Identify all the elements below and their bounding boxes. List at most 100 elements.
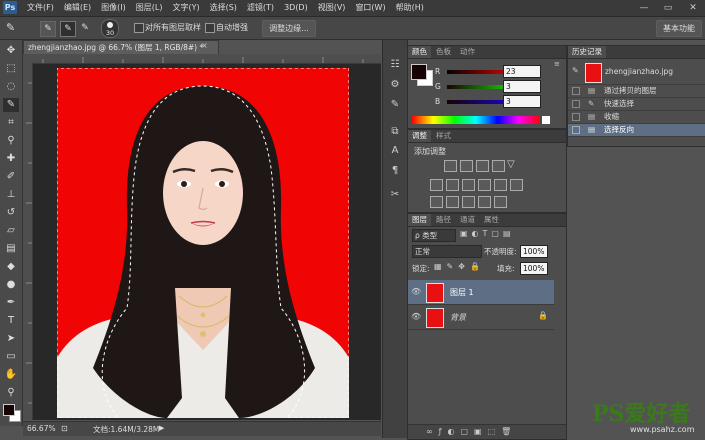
marquee-tool-icon[interactable]: ⬚ [3, 62, 19, 76]
minimize-button[interactable]: — [633, 0, 655, 16]
lock-icons[interactable]: ▦✎✥🔒 [434, 262, 485, 271]
hue-saturation-icon[interactable] [430, 179, 443, 191]
channel-mixer-icon[interactable] [494, 179, 507, 191]
layer-name[interactable]: 图层 1 [450, 287, 474, 298]
tab-actions[interactable]: 动作 [456, 46, 479, 58]
layer-footer-icons[interactable]: ∞ƒ◐▢▣⬚🗑 [426, 427, 517, 436]
new-selection-icon[interactable]: ✎ [40, 21, 56, 37]
dodge-tool-icon[interactable]: ● [3, 278, 19, 292]
layer-comps-icon[interactable]: ⧉ [387, 125, 403, 139]
posterize-icon[interactable] [446, 196, 459, 208]
paragraph-panel-icon[interactable]: ¶ [387, 164, 403, 178]
lasso-tool-icon[interactable]: ◌ [3, 80, 19, 94]
levels-icon[interactable] [460, 160, 473, 172]
tab-adjustments[interactable]: 调整 [408, 130, 431, 142]
gradient-map-icon[interactable] [494, 196, 507, 208]
history-item[interactable]: ▤ 通过拷贝的图层 [568, 85, 705, 98]
eyedropper-tool-icon[interactable]: ⚲ [3, 134, 19, 148]
brush-size-picker[interactable]: 30 [101, 19, 119, 38]
layer-filter-select[interactable]: ρ 类型 [412, 229, 456, 242]
g-value[interactable]: 3 [503, 80, 541, 93]
zoom-level[interactable]: 66.67% [27, 424, 56, 433]
menu-item[interactable]: 图像(I) [96, 0, 131, 16]
layer-name[interactable]: 背景 [450, 312, 466, 323]
path-selection-tool-icon[interactable]: ➤ [3, 332, 19, 346]
foreground-swatch[interactable] [411, 64, 427, 80]
type-tool-icon[interactable]: T [3, 314, 19, 328]
rectangle-tool-icon[interactable]: ▭ [3, 350, 19, 364]
portrait-photo[interactable] [57, 68, 349, 418]
actions-panel-icon[interactable]: ⚙ [387, 78, 403, 92]
eraser-tool-icon[interactable]: ▱ [3, 224, 19, 238]
close-document-icon[interactable]: × [201, 41, 208, 50]
layer-row-1[interactable]: 👁 图层 1 [408, 280, 554, 305]
healing-brush-tool-icon[interactable]: ✚ [3, 152, 19, 166]
menu-item[interactable]: 图层(L) [131, 0, 168, 16]
clone-stamp-tool-icon[interactable]: ⊥ [3, 188, 19, 202]
menu-item[interactable]: 编辑(E) [59, 0, 96, 16]
menu-item[interactable]: 文件(F) [22, 0, 59, 16]
hand-tool-icon[interactable]: ✋ [3, 368, 19, 382]
add-to-selection-icon[interactable]: ✎ [60, 21, 76, 37]
status-info-icon[interactable]: ⊡ [61, 424, 68, 433]
tab-properties[interactable]: 属性 [480, 214, 503, 226]
foreground-color-swatch[interactable] [3, 404, 15, 416]
layer-visibility-eye-icon[interactable]: 👁 [411, 312, 421, 321]
history-snapshot[interactable]: ✎ zhengjianzhao.jpg [568, 60, 705, 85]
menu-item[interactable]: 视图(V) [313, 0, 351, 16]
tab-history[interactable]: 历史记录 [568, 46, 606, 58]
layer-filter-icons[interactable]: ▣◐T▢▤ [460, 229, 550, 241]
black-white-icon[interactable] [462, 179, 475, 191]
quick-selection-preset-icon[interactable]: ✎ [6, 21, 20, 35]
brush-tool-icon[interactable]: ✐ [3, 170, 19, 184]
history-panel-icon[interactable]: ☷ [387, 58, 403, 72]
white-swatch[interactable] [542, 116, 550, 124]
history-brush-source-icon[interactable]: ✎ [572, 66, 580, 76]
sample-all-layers-checkbox[interactable] [134, 23, 144, 33]
subtract-from-selection-icon[interactable]: ✎ [78, 21, 92, 35]
menu-item[interactable]: 选择(S) [205, 0, 242, 16]
photo-filter-icon[interactable] [478, 179, 491, 191]
tab-channels[interactable]: 通道 [456, 214, 479, 226]
threshold-icon[interactable] [462, 196, 475, 208]
tab-layers[interactable]: 图层 [408, 214, 431, 226]
history-item-active[interactable]: ▤ 选择反向 [568, 124, 705, 137]
menu-item[interactable]: 窗口(W) [350, 0, 390, 16]
color-lookup-icon[interactable] [510, 179, 523, 191]
status-menu-arrow-icon[interactable]: ▶ [159, 424, 164, 432]
document-tab[interactable]: zhengjianzhao.jpg @ 66.7% (图层 1, RGB/8#)… [23, 40, 219, 54]
tab-paths[interactable]: 路径 [432, 214, 455, 226]
brush-panel-icon[interactable]: ✎ [387, 98, 403, 112]
b-value[interactable]: 3 [503, 95, 541, 108]
tab-swatches[interactable]: 色板 [432, 46, 455, 58]
menu-item[interactable]: 3D(D) [279, 0, 313, 16]
fill-input[interactable]: 100% [520, 262, 548, 275]
pen-tool-icon[interactable]: ✒ [3, 296, 19, 310]
blend-mode-select[interactable]: 正常 [412, 245, 482, 258]
panel-menu-icon[interactable]: ≡ [554, 60, 560, 68]
auto-enhance-checkbox[interactable] [205, 23, 215, 33]
opacity-input[interactable]: 100% [520, 245, 548, 258]
workspace-switcher[interactable]: 基本功能 [656, 20, 702, 37]
gradient-tool-icon[interactable]: ▤ [3, 242, 19, 256]
tab-styles[interactable]: 样式 [432, 130, 455, 142]
menu-item[interactable]: 帮助(H) [391, 0, 429, 16]
r-value[interactable]: 23 [503, 65, 541, 78]
menu-item[interactable]: 滤镜(T) [242, 0, 279, 16]
tab-color[interactable]: 颜色 [408, 46, 431, 58]
color-spectrum-bar[interactable] [412, 116, 540, 124]
color-balance-icon[interactable] [446, 179, 459, 191]
restore-button[interactable]: ▭ [657, 0, 679, 16]
history-brush-tool-icon[interactable]: ↺ [3, 206, 19, 220]
exposure-icon[interactable] [492, 160, 505, 172]
close-window-button[interactable]: ✕ [682, 0, 704, 16]
menu-item[interactable]: 文字(Y) [167, 0, 204, 16]
tool-presets-icon[interactable]: ✂ [387, 188, 403, 202]
crop-tool-icon[interactable]: ⌗ [3, 116, 19, 130]
vibrance-icon[interactable]: ▽ [507, 159, 515, 170]
selective-color-icon[interactable] [478, 196, 491, 208]
invert-icon[interactable] [430, 196, 443, 208]
layer-row-background[interactable]: 👁 背景 🔒 [408, 305, 554, 330]
curves-icon[interactable] [476, 160, 489, 172]
refine-edge-button[interactable]: 调整边缘... [262, 20, 316, 37]
